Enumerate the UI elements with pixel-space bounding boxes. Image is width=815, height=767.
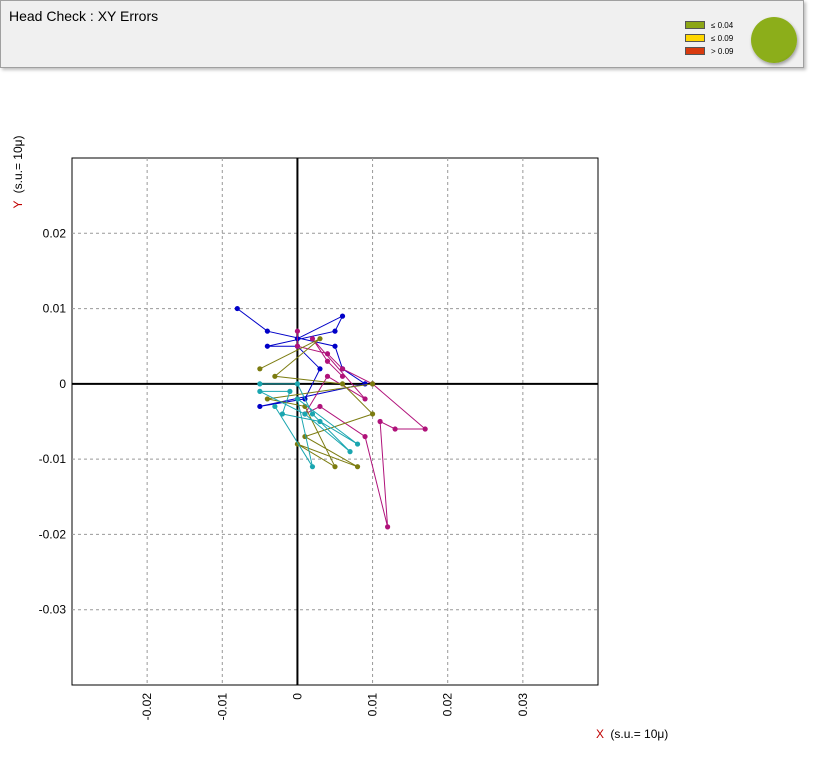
legend-swatch-error <box>685 47 705 55</box>
data-point <box>339 381 346 387</box>
data-point <box>332 328 338 334</box>
y-tick-label: -0.02 <box>39 527 67 541</box>
data-point <box>362 433 368 440</box>
data-point <box>339 313 346 319</box>
x-axis-unit: (s.u.= 10μ) <box>610 727 668 741</box>
y-tick-label: 0 <box>59 377 66 391</box>
xy-error-chart: -0.02 -0.01 0 0.01 0.02 0.03 0.02 0.01 0 -0.01 -0.… <box>11 135 668 741</box>
data-point <box>294 381 301 387</box>
data-point <box>302 411 308 417</box>
x-tick-label: 0.02 <box>441 693 455 717</box>
data-point <box>422 426 428 432</box>
data-point <box>287 388 293 394</box>
x-tick-label: 0 <box>290 693 304 700</box>
data-point <box>362 396 368 402</box>
data-point <box>257 381 263 387</box>
data-point <box>294 396 301 402</box>
legend: ≤ 0.04 ≤ 0.09 > 0.09 <box>685 19 733 58</box>
y-tick-label: 0.01 <box>43 302 67 316</box>
x-tick-label: -0.02 <box>140 693 154 721</box>
data-point <box>264 328 270 334</box>
x-tick-label: 0.01 <box>366 693 380 717</box>
data-point <box>332 464 338 470</box>
data-point <box>339 366 346 372</box>
y-axis-unit: (s.u.= 10μ) <box>11 135 25 193</box>
x-axis-letter: X <box>596 727 604 741</box>
data-point <box>354 441 361 447</box>
y-axis-letter: Y <box>11 201 25 209</box>
data-point <box>309 464 316 470</box>
data-point <box>294 328 301 334</box>
legend-label-error: > 0.09 <box>711 46 734 56</box>
page-title: Head Check : XY Errors <box>9 8 159 24</box>
header-panel: Head Check : XY Errors ≤ 0.04 ≤ 0.09 > 0… <box>0 0 804 68</box>
x-tick-label: 0.03 <box>516 693 530 717</box>
y-tick-label: 0.02 <box>43 226 67 240</box>
data-point <box>317 403 323 410</box>
y-axis-label: Y (s.u.= 10μ) <box>11 135 25 208</box>
data-point <box>317 366 323 372</box>
data-point <box>324 373 331 379</box>
legend-row-warning: ≤ 0.09 <box>685 32 733 44</box>
data-point <box>257 366 263 372</box>
legend-label-warning: ≤ 0.09 <box>711 33 734 43</box>
data-point <box>257 403 263 410</box>
x-axis-label: X (s.u.= 10μ) <box>596 727 668 741</box>
data-point <box>347 449 353 455</box>
data-point <box>317 418 323 425</box>
x-tick-label: -0.01 <box>215 693 229 721</box>
data-point <box>369 411 376 417</box>
legend-row-error: > 0.09 <box>685 45 733 57</box>
legend-swatch-warning <box>685 34 705 42</box>
status-indicator-light <box>751 17 797 63</box>
data-point <box>272 403 278 410</box>
data-point <box>294 343 301 349</box>
data-point <box>317 336 323 342</box>
chart-grid <box>71 157 599 686</box>
data-point <box>369 381 376 387</box>
data-point <box>309 336 316 342</box>
y-tick-label: -0.01 <box>39 452 67 466</box>
y-tick-label: -0.03 <box>39 603 67 617</box>
data-point <box>272 373 278 379</box>
legend-row-good: ≤ 0.04 <box>685 19 733 31</box>
data-point <box>309 411 316 417</box>
plot-area <box>71 157 599 686</box>
data-point <box>264 343 270 349</box>
legend-label-good: ≤ 0.04 <box>711 20 734 30</box>
data-point <box>339 373 346 379</box>
data-point <box>264 396 270 402</box>
data-point <box>279 411 285 417</box>
data-point <box>324 358 331 364</box>
data-point <box>234 305 240 312</box>
data-point <box>377 418 383 425</box>
data-point <box>324 351 331 357</box>
legend-swatch-good <box>685 21 705 29</box>
data-point <box>385 524 391 530</box>
data-point <box>257 388 263 394</box>
data-point <box>332 343 338 349</box>
data-point <box>354 464 361 470</box>
data-point <box>392 426 398 432</box>
